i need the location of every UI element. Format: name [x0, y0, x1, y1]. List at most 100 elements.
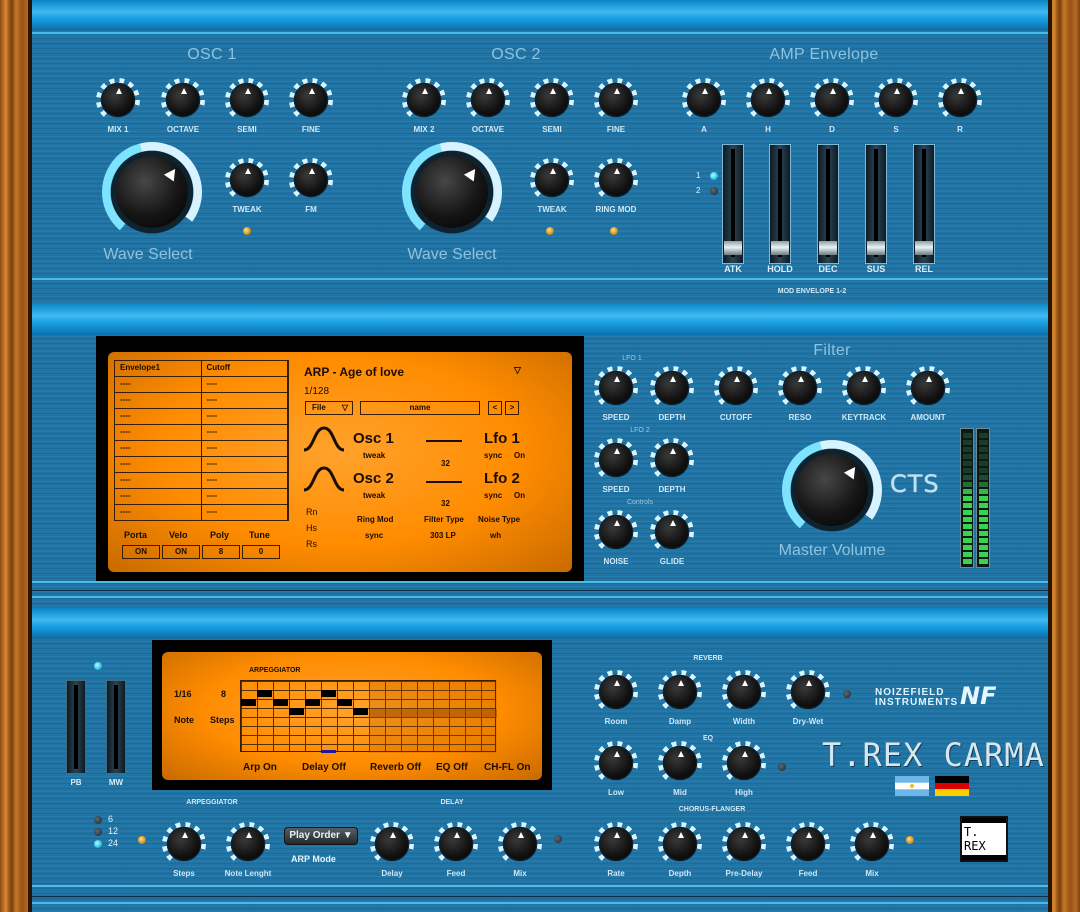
mod-matrix-cell[interactable]: ---- — [202, 457, 288, 472]
cutoff-knob[interactable] — [714, 366, 758, 410]
arp-steps[interactable]: 8 — [221, 689, 226, 699]
reso-knob[interactable] — [778, 366, 822, 410]
hold-fader[interactable] — [769, 144, 791, 264]
lfo2-on[interactable]: On — [514, 491, 525, 500]
side-rn[interactable]: Rn — [306, 507, 318, 517]
osc1-fine-knob[interactable] — [289, 78, 333, 122]
osc2-wave-select-knob[interactable] — [402, 142, 502, 242]
arp-step[interactable] — [257, 690, 272, 697]
reverb-off-button[interactable]: Reverb Off — [370, 762, 421, 773]
note-length-knob[interactable] — [226, 822, 270, 866]
mod-sel-2-led[interactable] — [710, 187, 718, 195]
arp-on-button[interactable]: Arp On — [243, 762, 277, 773]
osc1-led[interactable] — [243, 227, 251, 235]
osc2-fine-knob[interactable] — [594, 78, 638, 122]
lfo1-sync[interactable]: sync — [484, 451, 502, 460]
mod-matrix-cell[interactable]: ---- — [115, 441, 202, 456]
tune-value[interactable]: 0 — [242, 545, 280, 559]
lfo2-sync[interactable]: sync — [484, 491, 502, 500]
delay-mix-knob[interactable] — [498, 822, 542, 866]
mod-matrix-cell[interactable]: ---- — [115, 505, 202, 520]
arp-step[interactable] — [273, 699, 288, 706]
mod-matrix-cell[interactable]: ---- — [202, 441, 288, 456]
chorus-led[interactable] — [906, 836, 914, 844]
mod-matrix-cell[interactable]: ---- — [115, 473, 202, 488]
mod-matrix-header-dest[interactable]: Cutoff — [202, 361, 288, 376]
arp-step[interactable] — [353, 708, 368, 715]
arp-step[interactable] — [289, 708, 304, 715]
arp-opt-24-led[interactable] — [94, 840, 102, 848]
delay-feed-knob[interactable] — [434, 822, 478, 866]
side-rs[interactable]: Rs — [306, 539, 317, 549]
play-order-dropdown[interactable]: Play Order ▼ — [284, 827, 358, 845]
width-knob[interactable] — [722, 670, 766, 714]
noise-type-value[interactable]: wh — [490, 531, 501, 540]
atk-fader[interactable] — [722, 144, 744, 264]
mod-matrix-cell[interactable]: ---- — [115, 409, 202, 424]
osc1-octave-knob[interactable] — [161, 78, 205, 122]
chorus-mix-knob[interactable] — [850, 822, 894, 866]
porta-value[interactable]: ON — [122, 545, 160, 559]
lfo2-depth-knob[interactable] — [650, 438, 694, 482]
mod-sel-1-led[interactable] — [710, 172, 718, 180]
sus-fader[interactable] — [865, 144, 887, 264]
osc1-tweak-knob[interactable] — [225, 158, 269, 202]
damp-knob[interactable] — [658, 670, 702, 714]
reverb-led[interactable] — [843, 690, 851, 698]
osc1-mix-knob[interactable] — [96, 78, 140, 122]
mod-matrix-cell[interactable]: ---- — [202, 505, 288, 520]
mod-matrix-cell[interactable]: ---- — [202, 377, 288, 392]
lfo1-speed-knob[interactable] — [594, 366, 638, 410]
mod-matrix-cell[interactable]: ---- — [202, 473, 288, 488]
arp-opt-6-led[interactable] — [94, 816, 102, 824]
keytrack-knob[interactable] — [842, 366, 886, 410]
chorus-feed-knob[interactable] — [786, 822, 830, 866]
chfl-on-button[interactable]: CH-FL On — [484, 762, 530, 773]
poly-value[interactable]: 8 — [202, 545, 240, 559]
osc1-semi-knob[interactable] — [225, 78, 269, 122]
wheel-led[interactable] — [94, 662, 102, 670]
osc2-tweak-knob[interactable] — [530, 158, 574, 202]
filter-type-value[interactable]: 303 LP — [430, 531, 456, 540]
amount-knob[interactable] — [906, 366, 950, 410]
osc1-wave-select-knob[interactable] — [102, 142, 202, 242]
side-hs[interactable]: Hs — [306, 523, 317, 533]
arp-step[interactable] — [241, 699, 256, 706]
master-volume-knob[interactable] — [782, 440, 882, 540]
mod-matrix-cell[interactable]: ---- — [115, 425, 202, 440]
glide-knob[interactable] — [650, 510, 694, 554]
mod-matrix-cell[interactable]: ---- — [115, 377, 202, 392]
mod-matrix-cell[interactable]: ---- — [202, 425, 288, 440]
arp-step[interactable] — [337, 699, 352, 706]
dec-fader[interactable] — [817, 144, 839, 264]
osc1-fm-knob[interactable] — [289, 158, 333, 202]
room-knob[interactable] — [594, 670, 638, 714]
preset-name-field[interactable]: name — [360, 401, 480, 415]
delay-off-button[interactable]: Delay Off — [302, 762, 346, 773]
chorus-depth-knob[interactable] — [658, 822, 702, 866]
mod-matrix-cell[interactable]: ---- — [202, 393, 288, 408]
chorus-predelay-knob[interactable] — [722, 822, 766, 866]
ring-mod-value[interactable]: sync — [365, 531, 383, 540]
delay-time-knob[interactable] — [370, 822, 414, 866]
mod-matrix-cell[interactable]: ---- — [202, 409, 288, 424]
osc2-octave-knob[interactable] — [466, 78, 510, 122]
amp-s-knob[interactable] — [874, 78, 918, 122]
amp-h-knob[interactable] — [746, 78, 790, 122]
flag-argentina-icon[interactable] — [895, 776, 929, 796]
mod-matrix-cell[interactable]: ---- — [115, 393, 202, 408]
eq-high-knob[interactable] — [722, 741, 766, 785]
eq-low-knob[interactable] — [594, 741, 638, 785]
mod-matrix-cell[interactable]: ---- — [115, 457, 202, 472]
osc2-semi-knob[interactable] — [530, 78, 574, 122]
arp-step-grid[interactable] — [240, 680, 497, 753]
osc2-ringmod-knob[interactable] — [594, 158, 638, 202]
osc2-led-1[interactable] — [546, 227, 554, 235]
eq-off-button[interactable]: EQ Off — [436, 762, 468, 773]
lfo2-speed-knob[interactable] — [594, 438, 638, 482]
delay-led[interactable] — [554, 835, 562, 843]
osc2-led-2[interactable] — [610, 227, 618, 235]
arp-step[interactable] — [321, 690, 336, 697]
file-menu[interactable]: File ▽ — [305, 401, 353, 415]
amp-d-knob[interactable] — [810, 78, 854, 122]
